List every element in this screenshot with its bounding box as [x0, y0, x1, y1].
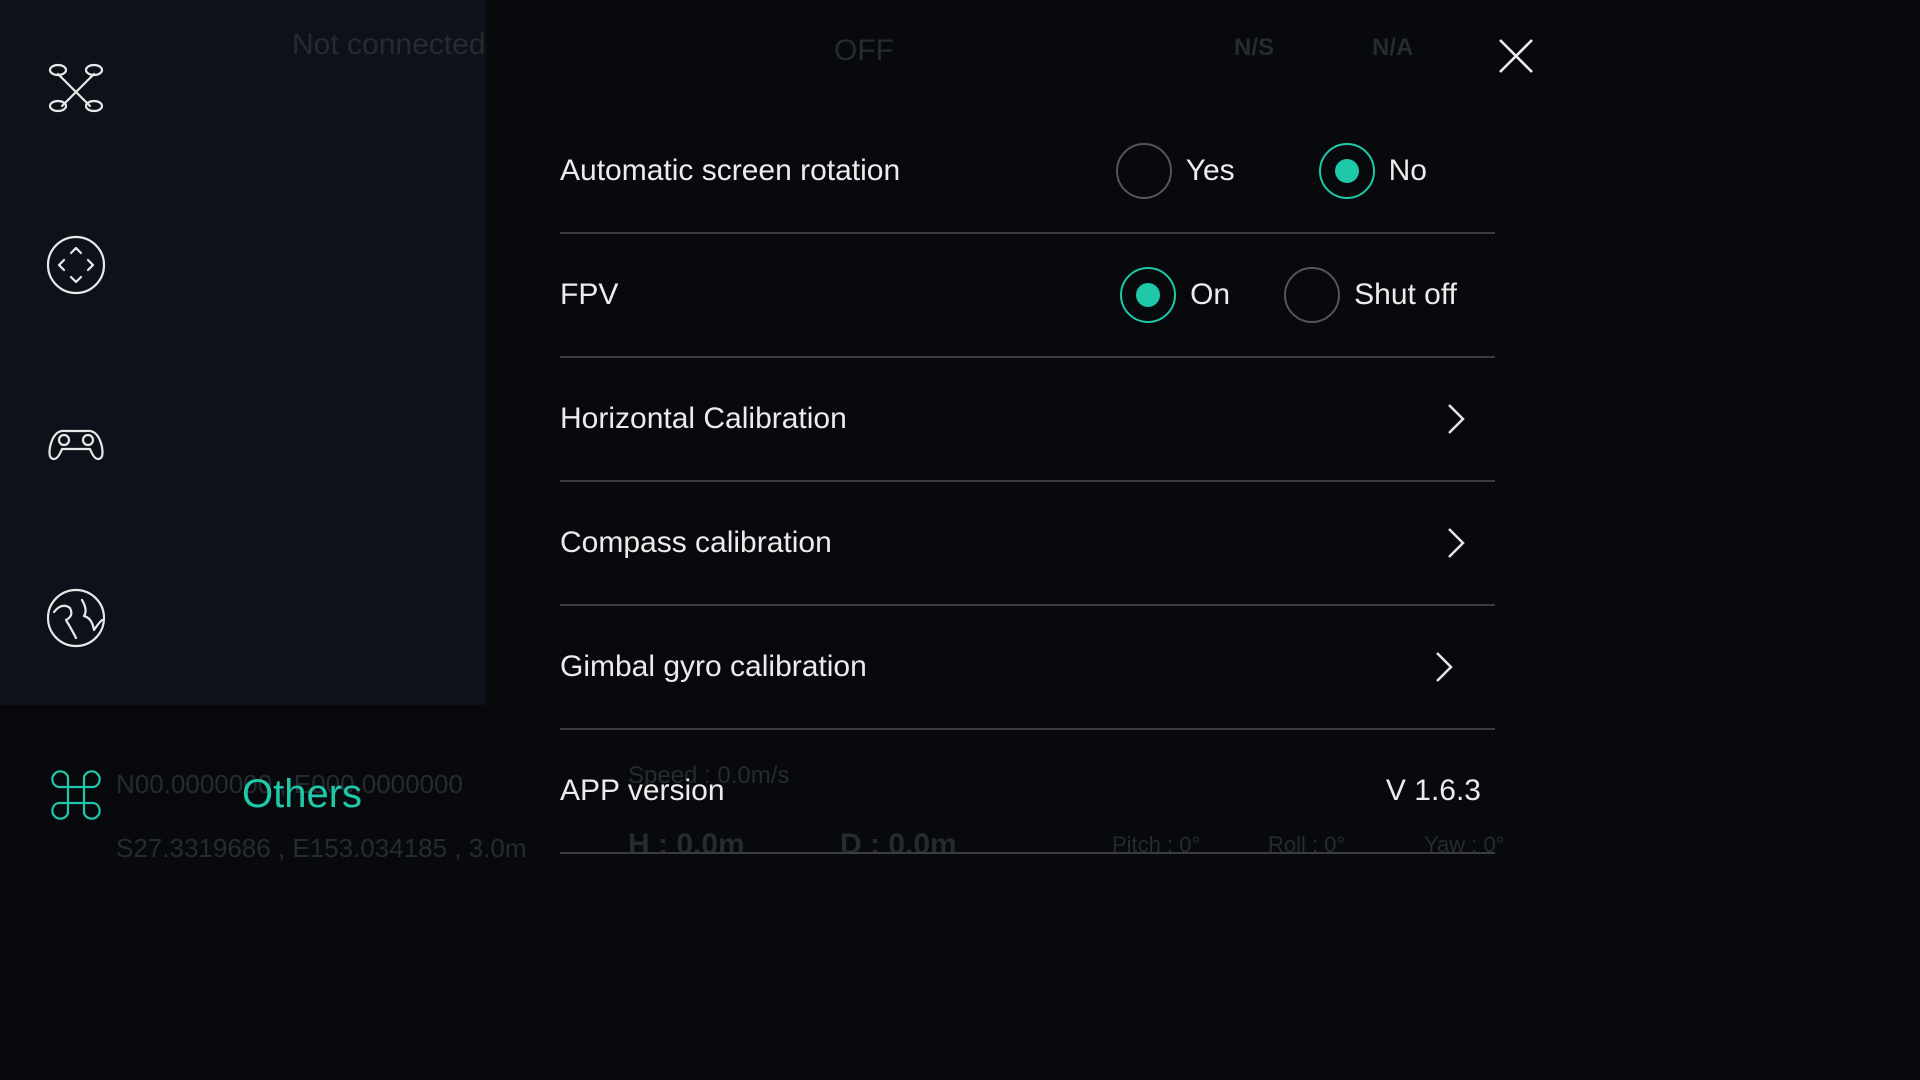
chevron-right-icon	[1435, 523, 1475, 563]
setting-label: Compass calibration	[560, 526, 832, 559]
radio-shut-off[interactable]: Shut off	[1284, 267, 1457, 323]
setting-label: APP version	[560, 774, 725, 807]
setting-label: Automatic screen rotation	[560, 154, 901, 187]
gps-status: N/S	[1234, 34, 1275, 61]
sidebar-item-gimbal[interactable]	[40, 229, 112, 301]
sidebar-item-others[interactable]	[40, 759, 112, 831]
option-label: On	[1190, 278, 1231, 311]
radio-on[interactable]: On	[1120, 267, 1230, 323]
sidebar-item-controller[interactable]	[40, 405, 112, 477]
option-label: Yes	[1185, 154, 1235, 187]
direction-pad-icon	[46, 235, 106, 295]
globe-icon	[46, 588, 106, 648]
drone-icon	[48, 63, 104, 113]
chevron-right-icon	[1435, 399, 1475, 439]
setting-app-version: APP version V 1.6.3	[560, 730, 1495, 854]
propeller-status: OFF	[834, 34, 894, 67]
sidebar-item-aircraft[interactable]	[40, 52, 112, 124]
app-version-value: V 1.6.3	[1385, 774, 1481, 807]
option-label: No	[1388, 154, 1427, 187]
setting-compass-calibration[interactable]: Compass calibration	[560, 482, 1495, 606]
settings-list: Automatic screen rotation Yes No FPV On …	[560, 110, 1495, 854]
setting-gimbal-calibration[interactable]: Gimbal gyro calibration	[560, 606, 1495, 730]
option-label: Shut off	[1354, 278, 1457, 311]
gamepad-icon	[48, 429, 104, 461]
battery-status: N/A	[1372, 34, 1414, 61]
close-button[interactable]	[1494, 34, 1538, 78]
chevron-right-icon	[1423, 647, 1463, 687]
coordinates-text: S27.3319686 , E153.034185 , 3.0m	[116, 833, 527, 863]
sidebar-item-others-label: Others	[242, 772, 363, 816]
setting-auto-rotation: Automatic screen rotation Yes No	[560, 110, 1495, 234]
setting-label: FPV	[560, 278, 619, 311]
sidebar-item-map[interactable]	[40, 582, 112, 654]
setting-fpv: FPV On Shut off	[560, 234, 1495, 358]
setting-label: Gimbal gyro calibration	[560, 650, 867, 683]
setting-horizontal-calibration[interactable]: Horizontal Calibration	[560, 358, 1495, 482]
radio-no[interactable]: No	[1318, 143, 1427, 199]
radio-yes[interactable]: Yes	[1115, 143, 1235, 199]
status-text: Not connected	[292, 28, 486, 61]
command-icon	[51, 770, 101, 820]
setting-label: Horizontal Calibration	[560, 402, 847, 435]
close-icon	[1499, 39, 1533, 73]
